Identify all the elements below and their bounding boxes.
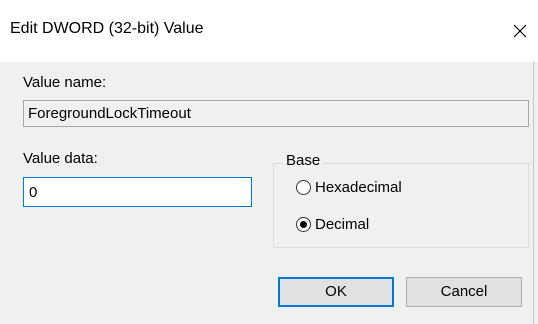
close-icon	[513, 24, 527, 38]
radio-decimal[interactable]: Decimal	[296, 213, 369, 235]
window-border	[533, 62, 534, 324]
radio-decimal-label: Decimal	[315, 215, 370, 233]
close-button[interactable]	[505, 16, 535, 46]
base-legend: Base	[283, 152, 324, 169]
radio-hexadecimal-label: Hexadecimal	[315, 178, 402, 196]
title-bar[interactable]: Edit DWORD (32-bit) Value	[0, 0, 538, 62]
cancel-button[interactable]: Cancel	[406, 277, 522, 307]
value-name-label: Value name:	[23, 74, 107, 91]
value-data-input[interactable]	[23, 177, 252, 207]
radio-hexadecimal[interactable]: Hexadecimal	[296, 176, 402, 198]
radio-decimal-circle[interactable]	[296, 216, 311, 232]
value-name-field: ForegroundLockTimeout	[23, 100, 529, 127]
value-data-label: Value data:	[23, 150, 98, 167]
radio-hexadecimal-circle[interactable]	[296, 179, 311, 195]
ok-button[interactable]: OK	[278, 277, 394, 307]
window-title: Edit DWORD (32-bit) Value	[10, 20, 204, 37]
